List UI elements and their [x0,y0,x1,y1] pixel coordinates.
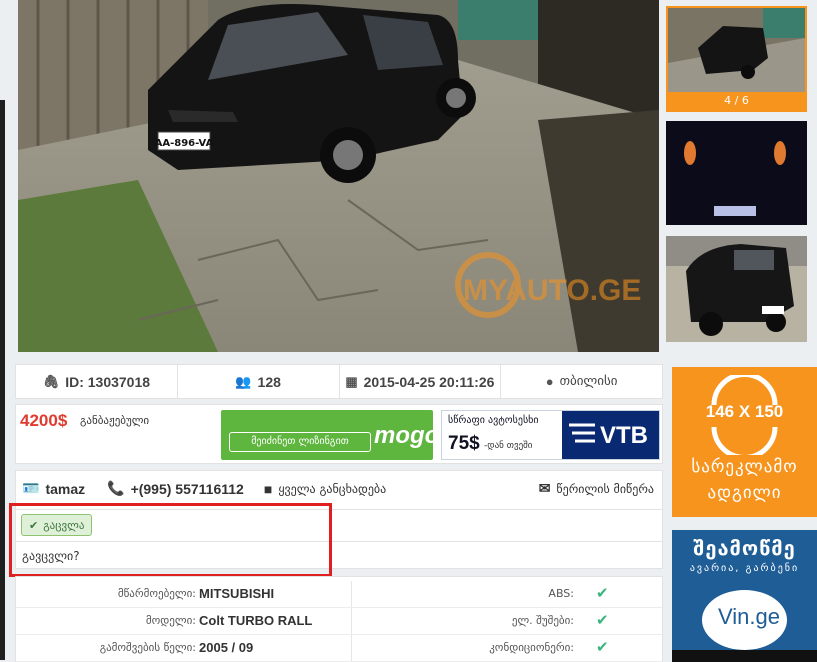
seller-name: 🪪 tamaz [22,480,86,497]
seller-phone[interactable]: 📞 +(995) 557116112 [107,480,244,497]
location: ● თბილისი [545,374,618,389]
spec-label: მწარმოებელი: [117,587,196,600]
watermark: MYAUTO.GE [463,274,641,307]
vin-subtitle: ავარია, გარბენი [689,563,800,574]
spec-label: მოდელი: [145,614,196,627]
spec-value: 2005 / 09 [199,640,254,655]
main-car-photo[interactable]: AA-896-VA MYAUTO.GE [18,0,659,352]
license-plate: AA-896-VA [155,138,214,149]
feature-label: ელ. შუშები: [511,614,574,627]
vtb-title: სწრაფი ავტოსესხი [448,415,539,426]
vtb-loan-banner[interactable]: სწრაფი ავტოსესხი 75$ -დან თვეში VTB [441,410,660,460]
vin-check-banner[interactable]: შეამოწმე ავარია, გარბენი Vin.ge [672,530,817,662]
ad-bottom-strip [672,650,817,662]
spec-label: გამოშვების წელი: [99,641,196,654]
envelope-icon: ✉ [538,480,551,496]
spec-row: მოდელი: Colt TURBO RALL ელ. შუშები: ✔ [16,608,662,635]
check-icon: ✔ [596,584,609,602]
folder-icon: ■ [263,480,273,497]
all-ads-link[interactable]: ■ ყველა განცხადება [264,481,386,497]
check-icon: ✔ [596,611,609,629]
spec-row: მწარმოებელი: MITSUBISHI ABS: ✔ [16,581,662,608]
thumbnail-2[interactable] [666,121,807,225]
highlight-box [9,503,332,577]
phone-icon: 📞 [107,480,125,496]
mogo-leasing-button[interactable]: მეიძინეთ ლიზინგით [229,432,371,452]
check-icon: ✔ [596,638,609,656]
photo-counter: 4 / 6 [668,92,805,110]
vtb-amount: 75$ [448,433,480,454]
ad-text-line2: ადგილი [707,483,782,503]
user-card-icon: 🪪 [22,480,40,496]
ad-id: 🖇 ID: 13037018 [16,365,178,398]
info-bar: 🖇 ID: 13037018 👥 128 ▦ 2015-04-25 20:11:… [15,364,663,399]
mogo-leasing-banner[interactable]: მეიძინეთ ლიზინგით mogo [221,410,433,460]
vtb-logo: VTB [562,411,659,459]
feature-label: კონდიციონერი: [489,641,574,654]
post-date: ▦ 2015-04-25 20:11:26 [340,365,502,398]
left-edge-strip [0,100,5,660]
spec-value: MITSUBISHI [199,586,275,601]
thumbnail-1[interactable]: 4 / 6 [666,6,807,112]
vin-title: შეამოწმე [693,536,796,560]
thumbnail-3[interactable] [666,236,807,342]
ad-size: 146 X 150 [705,402,784,421]
calendar-icon: ▦ [345,373,358,389]
customs-status: განბაჟებული [80,414,150,427]
specs-table: მწარმოებელი: MITSUBISHI ABS: ✔ მოდელი: C… [15,576,663,662]
spec-value: Colt TURBO RALL [199,613,313,628]
view-count: 👥 128 [178,365,340,398]
map-pin-icon: ● [545,374,554,389]
send-message-link[interactable]: ✉ წერილის მიწერა [539,480,654,497]
feature-label: ABS: [548,587,574,600]
spec-row: გამოშვების წელი: 2005 / 09 კონდიციონერი:… [16,635,662,662]
ad-placeholder-banner[interactable]: 146 X 150 სარეკლამო ადგილი [672,367,817,517]
price-section: 4200$ განბაჟებული მეიძინეთ ლიზინგით mogo… [15,404,663,464]
price-value: 4200$ [20,411,68,430]
users-icon: 👥 [235,373,252,389]
ad-text-line1: სარეკლამო [691,457,798,477]
mogo-logo: mogo [374,422,433,449]
vin-logo: Vin.ge [702,590,787,650]
vtb-stripes-icon [569,423,595,443]
vtb-suffix: -დან თვეში [484,441,533,451]
paperclip-icon: 🖇 [42,373,60,389]
